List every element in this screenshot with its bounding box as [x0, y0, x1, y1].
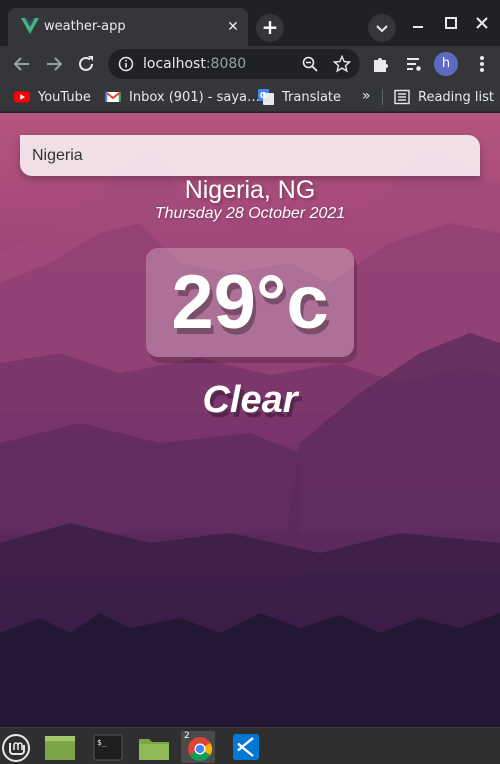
zoom-out-icon[interactable] — [302, 56, 318, 72]
date-text: Thursday 28 October 2021 — [154, 205, 346, 222]
window-count-badge: 2 — [184, 731, 190, 741]
weather-app-page: Nigeria, NG Thursday 28 October 2021 29°… — [0, 113, 500, 727]
search-input[interactable] — [20, 135, 480, 176]
url-port: :8080 — [205, 56, 247, 72]
tab-close-icon[interactable]: ✕ — [224, 18, 242, 36]
arrow-right-icon — [47, 57, 63, 71]
os-taskbar: $_ 2 — [0, 727, 500, 764]
taskbar-folder[interactable] — [137, 731, 171, 763]
tab-search-button[interactable] — [368, 14, 396, 42]
reading-list-button[interactable]: Reading list — [394, 88, 494, 106]
location-heading: Nigeria, NG — [184, 176, 316, 204]
chevron-down-icon — [376, 25, 388, 33]
forward-button[interactable] — [42, 52, 66, 76]
files-icon — [45, 736, 75, 760]
window-close-button[interactable] — [471, 12, 493, 34]
minimize-icon — [413, 26, 423, 28]
back-button[interactable] — [10, 52, 34, 76]
address-bar[interactable]: localhost:8080 — [108, 49, 360, 79]
linux-mint-menu-icon — [2, 734, 30, 762]
tab-title: weather-app — [44, 19, 126, 34]
maximize-icon — [445, 17, 457, 29]
vue-logo-icon — [21, 18, 39, 34]
minimize-button[interactable] — [407, 12, 429, 34]
gmail-icon — [105, 91, 121, 102]
info-icon[interactable] — [118, 56, 134, 72]
profile-avatar[interactable]: h — [434, 52, 458, 76]
url-text: localhost:8080 — [143, 56, 246, 72]
linux-mint-menu-button[interactable] — [0, 731, 34, 763]
bookmark-label: Inbox (901) - saya… — [129, 89, 261, 105]
bookmark-star-icon[interactable] — [333, 55, 351, 73]
bookmark-gmail[interactable]: Inbox (901) - saya… — [105, 88, 260, 106]
browser-toolbar: localhost:8080 h — [0, 46, 500, 82]
folder-icon — [139, 739, 169, 760]
bookmark-label: Translate — [282, 89, 342, 105]
bookmarks-divider — [382, 89, 383, 105]
youtube-icon — [14, 91, 30, 103]
media-queue-icon[interactable] — [404, 54, 424, 74]
more-bookmarks-button[interactable]: » — [362, 88, 371, 104]
arrow-left-icon — [13, 57, 29, 71]
close-icon — [476, 17, 488, 29]
tab-strip: weather-app ✕ + — [0, 0, 500, 46]
svg-text:G: G — [260, 91, 267, 100]
reload-icon — [79, 56, 93, 71]
bookmark-translate[interactable]: G Translate — [258, 88, 341, 106]
browser-tab[interactable]: weather-app ✕ — [8, 8, 248, 46]
temperature-value: 29°c — [171, 260, 329, 345]
taskbar-terminal[interactable]: $_ — [91, 731, 125, 763]
url-host: localhost — [143, 56, 206, 72]
translate-icon: G — [258, 89, 274, 105]
new-tab-button[interactable]: + — [256, 14, 284, 42]
weather-condition: Clear — [202, 379, 298, 421]
taskbar-chrome[interactable]: 2 — [181, 731, 215, 763]
bookmark-label: YouTube — [38, 89, 91, 105]
extensions-puzzle-icon[interactable] — [371, 54, 391, 74]
terminal-icon: $_ — [93, 734, 123, 761]
taskbar-files[interactable] — [43, 731, 77, 763]
svg-text:$_: $_ — [97, 738, 107, 747]
reading-list-label: Reading list — [418, 89, 494, 105]
bookmark-youtube[interactable]: YouTube — [14, 88, 91, 106]
reading-list-icon — [394, 89, 410, 105]
bookmarks-bar: YouTube Inbox (901) - saya… G Translate … — [0, 82, 500, 112]
vscode-icon — [233, 734, 259, 760]
taskbar-vscode[interactable] — [229, 731, 263, 763]
temperature-card: 29°c — [146, 248, 354, 357]
reload-button[interactable] — [74, 52, 98, 76]
more-vert-icon[interactable] — [472, 52, 492, 76]
maximize-button[interactable] — [440, 12, 462, 34]
